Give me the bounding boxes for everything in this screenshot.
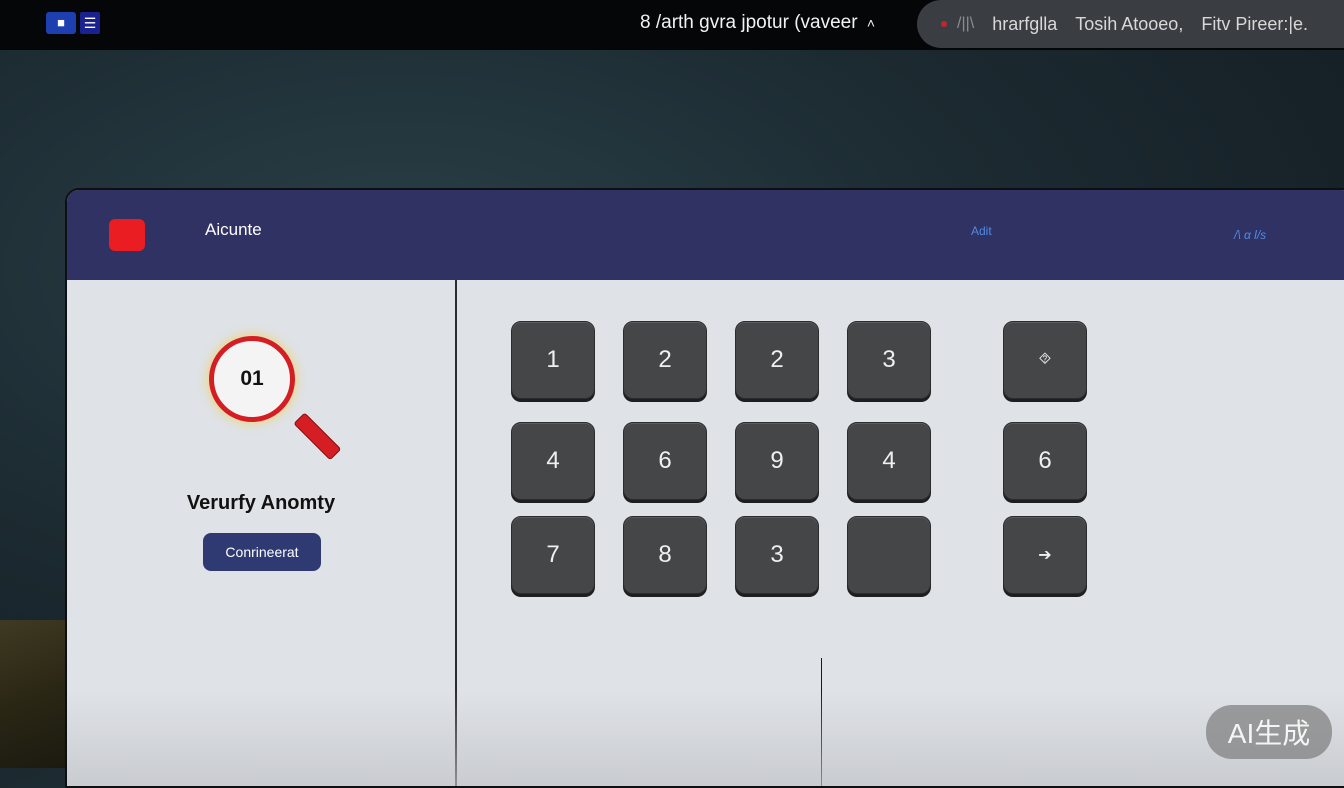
key-r3-c4-blank[interactable] [847, 516, 931, 594]
key-r3-c3[interactable]: 3 [735, 516, 819, 594]
enter-arrow-icon[interactable]: ➔ [1003, 516, 1087, 594]
key-r2-c4[interactable]: 4 [847, 422, 931, 500]
status-item-1[interactable]: hrarfglla [992, 14, 1057, 35]
status-item-3[interactable]: Fitv Pireer:|e. [1201, 14, 1308, 35]
key-r3-c1[interactable]: 7 [511, 516, 595, 594]
menu-icon[interactable]: ☰ [80, 12, 100, 34]
system-top-bar: ■ ☰ 8 /arth gvra jpotur (vaveer ˄ /||\ h… [0, 0, 1344, 50]
top-bar-status-pill: /||\ hrarfglla Tosih Atooeo, Fitv Pireer… [917, 0, 1344, 48]
window-icon[interactable]: ■ [46, 12, 76, 34]
status-slash-text: /||\ [957, 15, 975, 32]
status-item-2[interactable]: Tosih Atooeo, [1075, 14, 1183, 35]
key-r2-c3[interactable]: 9 [735, 422, 819, 500]
backspace-key-icon[interactable]: ⯑ [1003, 321, 1087, 399]
key-r2-c5[interactable]: 6 [1003, 422, 1087, 500]
key-r1-c3[interactable]: 2 [735, 321, 819, 399]
top-bar-title-text: 8 /arth gvra jpotur (vaveer [640, 12, 858, 33]
background-terrain [0, 620, 70, 768]
caret-up-icon[interactable]: ˄ [867, 15, 875, 31]
top-bar-title: 8 /arth gvra jpotur (vaveer ˄ [640, 12, 875, 34]
key-r1-c1[interactable]: 1 [511, 321, 595, 399]
key-r1-c4[interactable]: 3 [847, 321, 931, 399]
key-r2-c1[interactable]: 4 [511, 422, 595, 500]
record-dot-icon [941, 21, 947, 27]
ai-watermark: AI生成 [1206, 705, 1332, 759]
key-r2-c2[interactable]: 6 [623, 422, 707, 500]
bottom-fade [67, 690, 1344, 786]
top-left-icons: ■ ☰ [46, 12, 100, 34]
app-window: Aicunte Adit /\ α l/s 01 Verurfy Anomty … [65, 188, 1344, 788]
key-r1-c2[interactable]: 2 [623, 321, 707, 399]
key-r3-c2[interactable]: 8 [623, 516, 707, 594]
